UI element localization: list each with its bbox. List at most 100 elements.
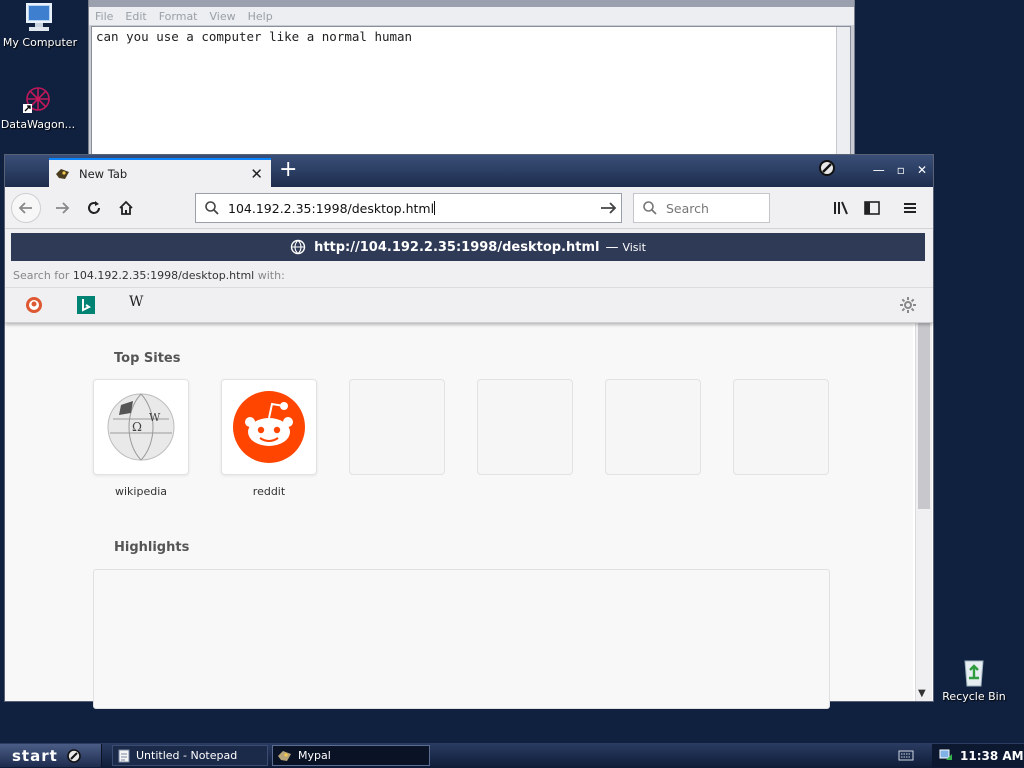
top-sites-title: Top Sites <box>114 351 181 366</box>
search-icon <box>643 201 657 215</box>
top-site-tile-empty[interactable] <box>477 379 573 475</box>
top-site-tile-empty[interactable] <box>733 379 829 475</box>
tab-new-tab[interactable]: New Tab ✕ <box>49 158 271 187</box>
notepad-text-area[interactable]: can you use a computer like a normal hum… <box>91 26 851 166</box>
top-site-tile-wikipedia[interactable]: Ω W <box>93 379 189 475</box>
taskbar-item-label: Untitled - Notepad <box>136 749 238 762</box>
duckduckgo-icon[interactable] <box>25 296 43 314</box>
back-button[interactable] <box>11 193 41 223</box>
browser-badge-icon <box>819 160 835 176</box>
forward-button[interactable] <box>47 193 77 223</box>
globe-icon <box>290 239 306 255</box>
sidebar-button[interactable] <box>857 193 887 223</box>
bing-icon[interactable] <box>77 296 95 314</box>
search-for-prefix: Search for <box>13 269 70 282</box>
arrow-left-icon <box>18 202 32 214</box>
recycle-bin-icon <box>964 660 984 687</box>
mypal-logo-icon <box>56 168 69 179</box>
browser-window: New Tab ✕ + — ▫ ✕ 104.192.2.35:1998/desk <box>4 154 934 709</box>
svg-text:W: W <box>149 411 161 424</box>
tab-title: New Tab <box>79 166 128 181</box>
desktop-icon-label: DataWagon... <box>0 118 76 131</box>
desktop-icon-label: My Computer <box>2 36 78 49</box>
notepad-titlebar[interactable] <box>89 0 854 7</box>
datawagon-icon <box>23 87 50 113</box>
wikipedia-search-icon[interactable]: W <box>129 294 147 312</box>
system-tray: 11:38 AM <box>932 744 1024 767</box>
notepad-scrollbar[interactable] <box>836 27 850 162</box>
scrollbar-thumb[interactable] <box>918 323 930 509</box>
visit-label: Visit <box>622 240 646 254</box>
highlights-panel <box>93 569 830 709</box>
scroll-down-icon[interactable]: ▼ <box>918 688 926 699</box>
url-bar[interactable]: 104.192.2.35:1998/desktop.html <box>195 193 622 223</box>
menu-button[interactable] <box>895 193 925 223</box>
wikipedia-globe-icon: Ω W <box>107 393 175 461</box>
taskbar-item-mypal[interactable]: Mypal <box>272 745 430 766</box>
window-controls: — ▫ ✕ <box>873 163 927 177</box>
library-icon <box>834 201 848 215</box>
home-icon <box>119 200 133 215</box>
taskbar-item-notepad[interactable]: Untitled - Notepad <box>112 745 268 766</box>
clock[interactable]: 11:38 AM <box>960 749 1024 763</box>
desktop-icon-recycle-bin[interactable]: Recycle Bin <box>934 656 1014 703</box>
search-bar[interactable]: Search <box>633 193 770 223</box>
library-button[interactable] <box>827 193 857 223</box>
close-window-icon[interactable]: ✕ <box>917 163 927 177</box>
reload-button[interactable] <box>79 193 109 223</box>
url-suggestions-popup: http://104.192.2.35:1998/desktop.html — … <box>5 229 933 323</box>
top-site-tile-empty[interactable] <box>349 379 445 475</box>
desktop-icon-label: Recycle Bin <box>942 690 1006 703</box>
minimize-icon[interactable]: — <box>873 163 885 177</box>
go-button[interactable] <box>599 199 617 220</box>
keyboard-icon[interactable] <box>898 748 914 762</box>
maximize-icon[interactable]: ▫ <box>897 163 905 177</box>
tab-bar: New Tab ✕ + — ▫ ✕ <box>5 155 933 187</box>
desktop-icon-datawagon[interactable]: DataWagon... <box>0 84 78 131</box>
hamburger-menu-icon <box>904 203 916 213</box>
search-for-text: Search for 104.192.2.35:1998/desktop.htm… <box>13 269 285 282</box>
notepad-icon <box>118 749 130 762</box>
top-site-tile-reddit[interactable] <box>221 379 317 475</box>
home-button[interactable] <box>111 193 141 223</box>
search-placeholder: Search <box>666 200 709 216</box>
mypal-logo-icon <box>278 750 291 761</box>
visit-url: http://104.192.2.35:1998/desktop.html <box>314 239 600 255</box>
sidebar-icon <box>864 201 880 215</box>
network-icon[interactable] <box>938 748 954 764</box>
my-computer-icon <box>26 3 52 31</box>
start-button[interactable]: start <box>0 744 102 767</box>
page-scrollbar[interactable]: ▼ <box>915 323 932 701</box>
reddit-alien-icon <box>233 391 305 463</box>
start-label: start <box>12 746 58 765</box>
navigation-toolbar: 104.192.2.35:1998/desktop.html Search <box>5 187 933 229</box>
notepad-menubar: File Edit Format View Help <box>89 7 854 25</box>
gear-icon[interactable] <box>899 296 917 314</box>
menu-format[interactable]: Format <box>159 10 198 23</box>
menu-view[interactable]: View <box>210 10 236 23</box>
search-for-query: 104.192.2.35:1998/desktop.html <box>72 269 255 282</box>
start-logo-icon <box>66 748 81 763</box>
menu-file[interactable]: File <box>95 10 113 23</box>
svg-text:Ω: Ω <box>132 420 142 434</box>
reload-icon <box>88 201 100 214</box>
top-site-tile-empty[interactable] <box>605 379 701 475</box>
desktop-icon-my-computer[interactable]: My Computer <box>0 2 80 49</box>
menu-edit[interactable]: Edit <box>125 10 146 23</box>
search-for-suffix: with: <box>257 269 285 282</box>
top-site-label: wikipedia <box>114 485 167 498</box>
taskbar: start Untitled - Notepad Mypal 11:38 AM <box>0 743 1024 768</box>
notepad-window: File Edit Format View Help can you use a… <box>88 0 855 166</box>
arrow-right-icon <box>56 202 70 214</box>
new-tab-button[interactable]: + <box>279 158 297 182</box>
tab-close-icon[interactable]: ✕ <box>250 165 263 183</box>
url-input[interactable]: 104.192.2.35:1998/desktop.html <box>228 200 436 216</box>
arrow-right-icon <box>601 202 617 214</box>
visit-suggestion[interactable]: http://104.192.2.35:1998/desktop.html — … <box>11 233 925 261</box>
taskbar-item-label: Mypal <box>298 749 331 762</box>
search-engines-row: W <box>5 287 933 323</box>
menu-help[interactable]: Help <box>248 10 273 23</box>
new-tab-page: Top Sites Ω W wikipedia reddit Highlight… <box>5 323 913 709</box>
highlights-title: Highlights <box>114 540 190 555</box>
visit-separator: — <box>605 239 619 255</box>
